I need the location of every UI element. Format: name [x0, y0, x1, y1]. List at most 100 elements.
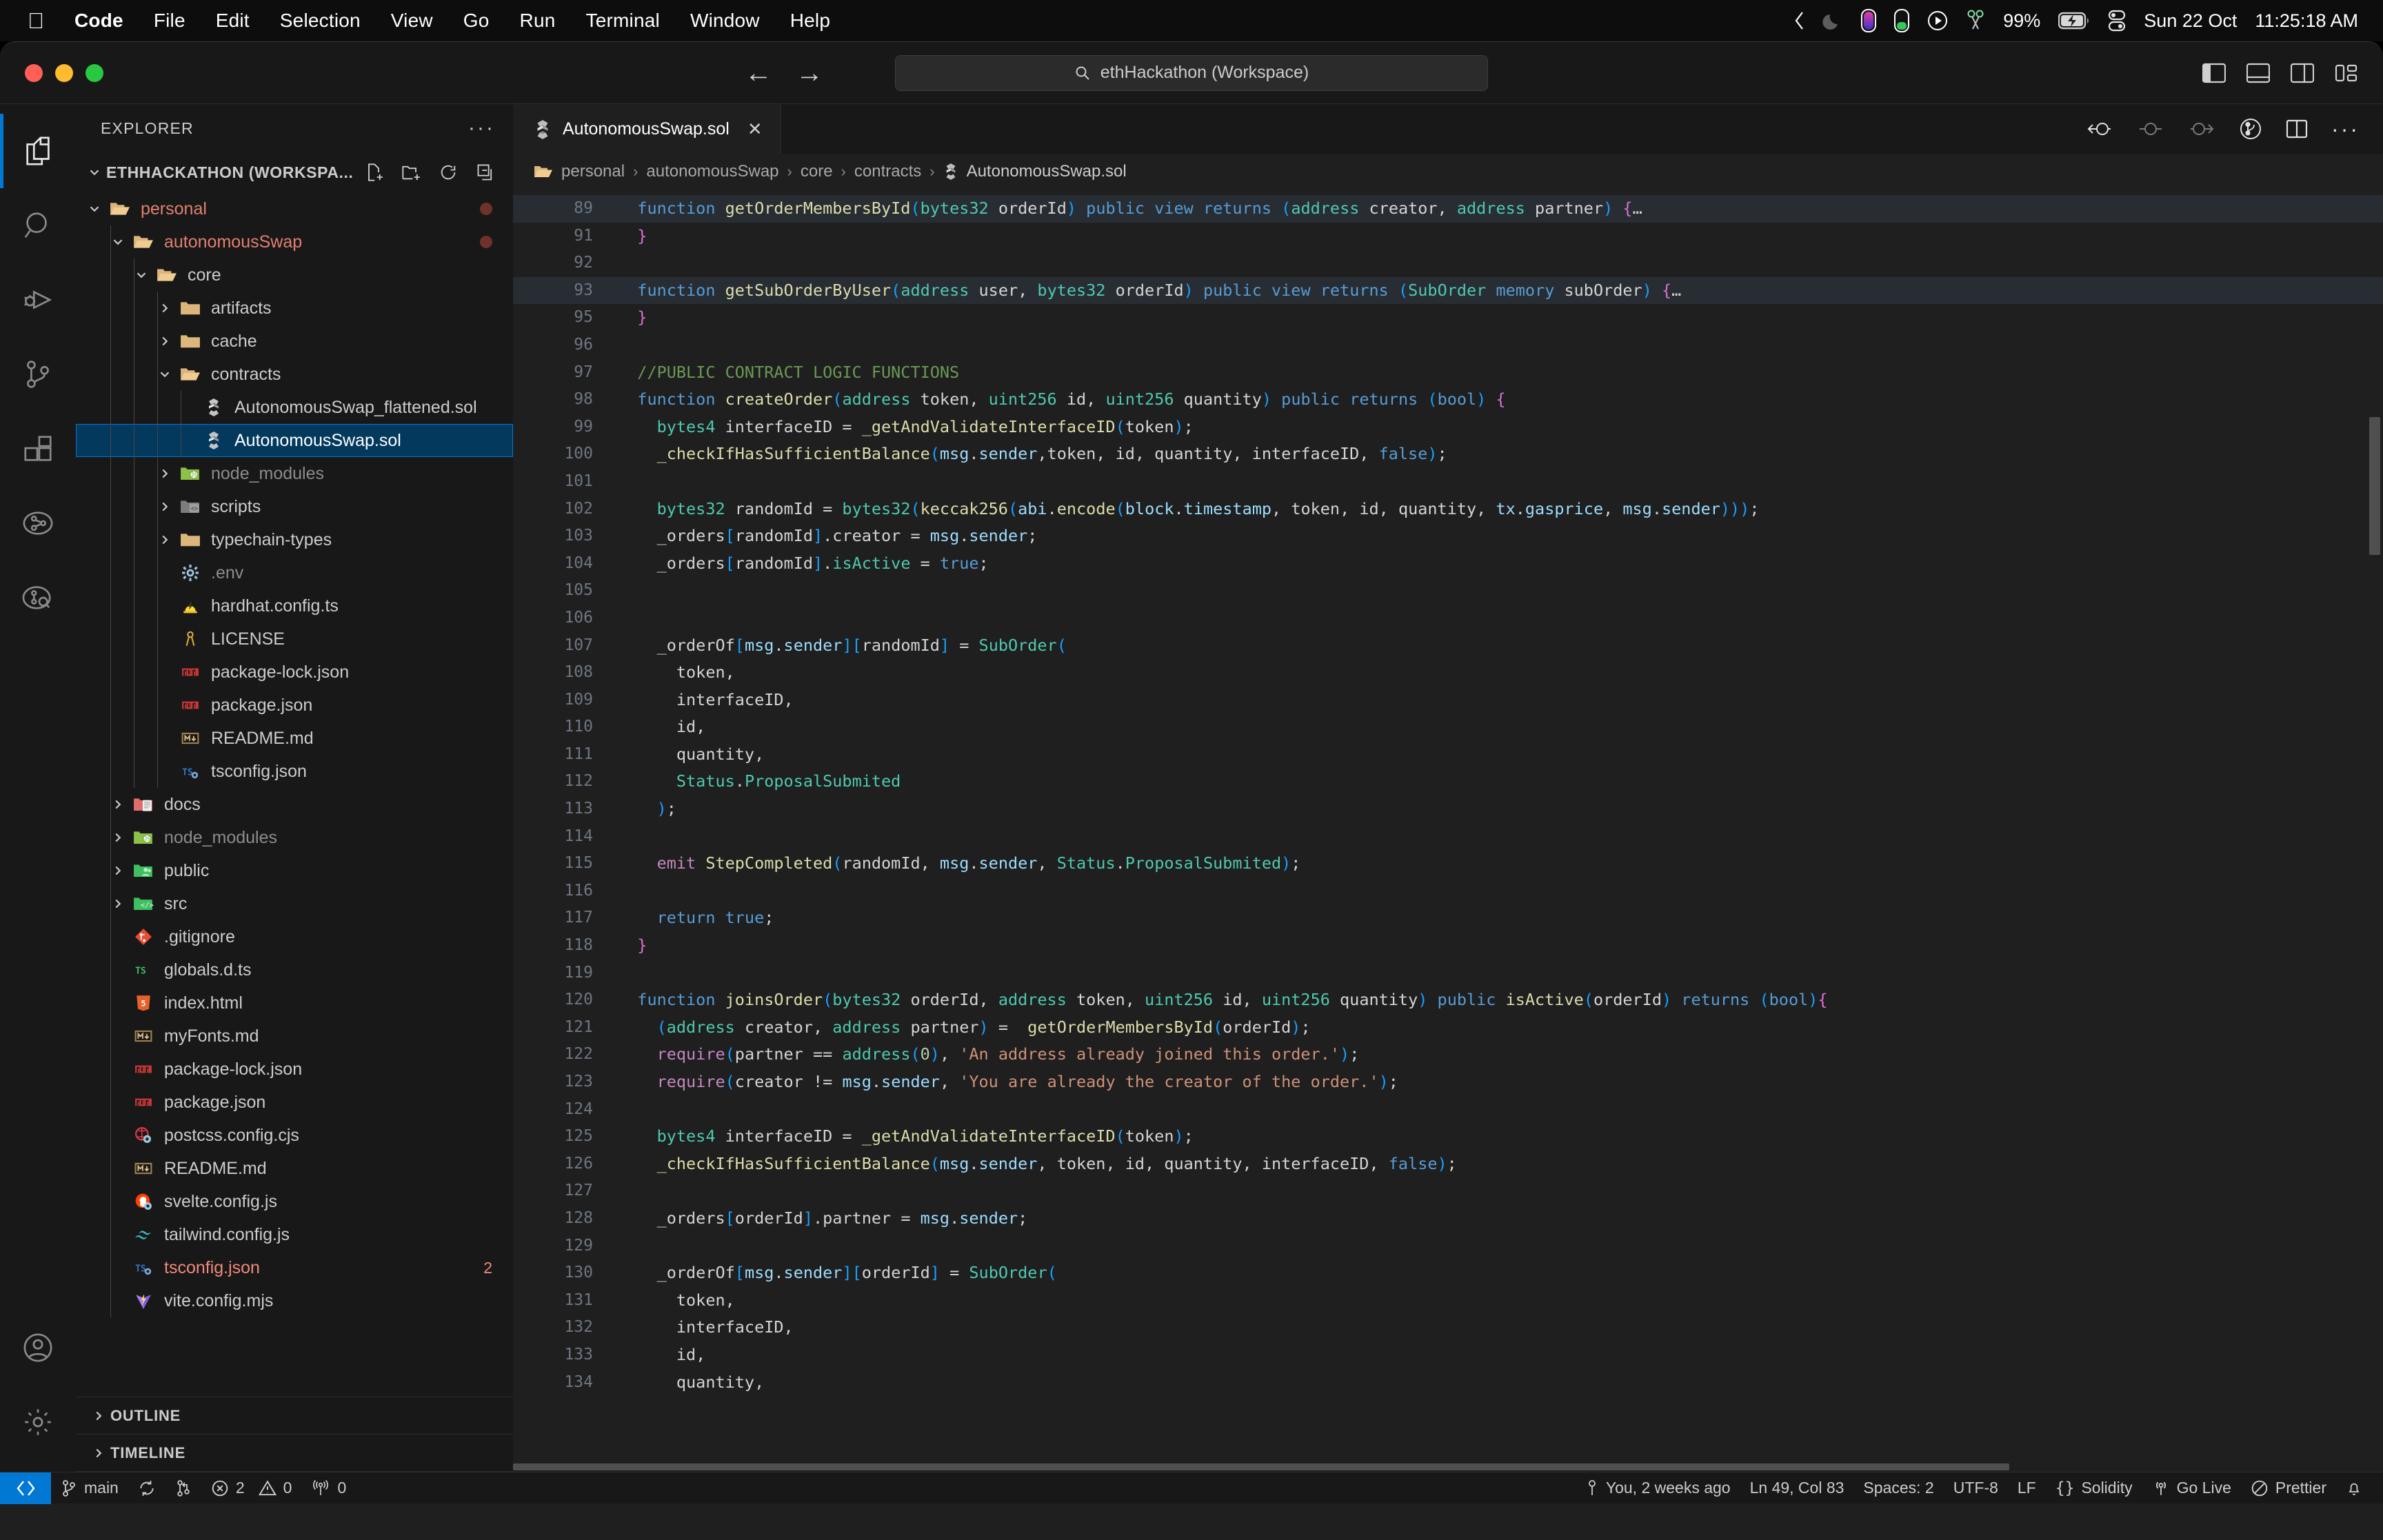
tree-item-personal[interactable]: personal	[76, 192, 513, 225]
tree-item-docs[interactable]: docs	[76, 788, 513, 821]
minimize-window-button[interactable]	[55, 63, 73, 82]
tree-item-hardhat-config-ts[interactable]: hardhat.config.ts	[76, 589, 513, 622]
menu-file[interactable]: File	[139, 10, 201, 32]
breadcrumb-item-personal[interactable]: personal	[561, 162, 625, 181]
scrollbar-thumb[interactable]	[2369, 417, 2380, 555]
status-notifications[interactable]	[2336, 1472, 2372, 1504]
activitybar-item-testing[interactable]	[0, 486, 76, 560]
tree-item-license[interactable]: LICENSE	[76, 622, 513, 656]
code-line[interactable]: );	[603, 796, 2383, 823]
tree-item-autonomousswap-flattened-sol[interactable]: AutonomousSwap_flattened.sol	[76, 391, 513, 424]
play-circle-icon[interactable]	[1927, 10, 1948, 31]
status-language-mode[interactable]: {} Solidity	[2046, 1472, 2142, 1504]
tree-item-autonomousswap-sol[interactable]: AutonomousSwap.sol	[76, 424, 513, 457]
code-line[interactable]	[603, 577, 2383, 605]
menu-help[interactable]: Help	[775, 10, 845, 32]
battery-pill-green-icon[interactable]	[1894, 9, 1910, 32]
line-number[interactable]: 101	[513, 468, 603, 496]
activitybar-item-accounts[interactable]	[0, 1310, 76, 1385]
tree-item-myfonts-md[interactable]: myFonts.md	[76, 1020, 513, 1053]
line-number[interactable]: 109	[513, 687, 603, 714]
code-line[interactable]: quantity,	[603, 741, 2383, 769]
chevron-down-icon[interactable]	[83, 201, 106, 216]
status-problems[interactable]: 2 0	[201, 1472, 302, 1504]
status-encoding[interactable]: UTF-8	[1944, 1472, 2008, 1504]
tree-item-src[interactable]: </> src	[76, 887, 513, 920]
line-number[interactable]: 92	[513, 250, 603, 277]
line-number[interactable]: 124	[513, 1096, 603, 1124]
menubar-date[interactable]: Sun 22 Oct	[2144, 10, 2237, 32]
close-icon[interactable]: ✕	[747, 119, 763, 140]
new-file-icon[interactable]	[364, 163, 383, 182]
customize-layout-icon[interactable]	[2335, 63, 2358, 83]
line-number[interactable]: 118	[513, 932, 603, 960]
line-number[interactable]: 91	[513, 223, 603, 250]
tree-item-node-modules[interactable]: JS node_modules	[76, 457, 513, 490]
line-number[interactable]: 111	[513, 741, 603, 769]
code-line[interactable]: return true;	[603, 904, 2383, 932]
chevron-left-icon[interactable]	[1793, 10, 1804, 31]
editor-horizontal-scrollbar[interactable]	[513, 1462, 2383, 1472]
tree-item-package-lock-json[interactable]: package-lock.json	[76, 1053, 513, 1086]
menu-window[interactable]: Window	[675, 10, 775, 32]
explorer-root-folder[interactable]: ETHHACKATHON (WORKSPA...	[76, 152, 513, 192]
tree-item-package-json[interactable]: package.json	[76, 689, 513, 722]
code-line[interactable]: _orders[orderId].partner = msg.sender;	[603, 1205, 2383, 1233]
battery-pill-purple-icon[interactable]	[1861, 9, 1877, 32]
activitybar-item-extensions[interactable]	[0, 412, 76, 486]
code-line[interactable]: function createOrder(address token, uint…	[603, 386, 2383, 414]
tree-item-cache[interactable]: cache	[76, 325, 513, 358]
code-line[interactable]: require(partner == address(0), 'An addre…	[603, 1041, 2383, 1068]
tree-item-env[interactable]: .env	[76, 556, 513, 589]
code-line[interactable]: function getSubOrderByUser(address user,…	[603, 276, 2383, 305]
activitybar-item-explorer[interactable]	[0, 114, 76, 188]
line-number[interactable]: 114	[513, 823, 603, 851]
menu-code[interactable]: Code	[59, 10, 139, 32]
toggle-secondary-sidebar-icon[interactable]	[2291, 63, 2314, 83]
line-number[interactable]: 110	[513, 713, 603, 741]
refresh-icon[interactable]	[439, 163, 458, 182]
line-number[interactable]: 113	[513, 796, 603, 823]
tree-item-artifacts[interactable]: artifacts	[76, 292, 513, 325]
line-number[interactable]: 97	[513, 359, 603, 387]
code-line[interactable]: interfaceID,	[603, 687, 2383, 714]
tree-item-readme-md[interactable]: README.md	[76, 722, 513, 755]
menu-view[interactable]: View	[376, 10, 448, 32]
line-number[interactable]: 133	[513, 1341, 603, 1369]
line-number[interactable]: 130	[513, 1259, 603, 1287]
line-number[interactable]: 95	[513, 304, 603, 332]
menu-edit[interactable]: Edit	[201, 10, 265, 32]
code-line[interactable]: _orders[randomId].isActive = true;	[603, 550, 2383, 578]
code-line[interactable]: quantity,	[603, 1369, 2383, 1397]
open-changes-icon[interactable]	[2239, 117, 2262, 141]
previous-change-icon[interactable]	[2086, 119, 2113, 139]
code-line[interactable]: _checkIfHasSufficientBalance(msg.sender,…	[603, 440, 2383, 468]
close-window-button[interactable]	[25, 63, 43, 82]
code-line[interactable]: bytes4 interfaceID = _getAndValidateInte…	[603, 414, 2383, 441]
line-number[interactable]: 96	[513, 332, 603, 359]
line-number[interactable]: 134	[513, 1369, 603, 1397]
tree-item-globals-d-ts[interactable]: TS globals.d.ts	[76, 953, 513, 986]
line-number[interactable]: 117	[513, 904, 603, 932]
tree-item-scripts[interactable]: <> scripts	[76, 490, 513, 523]
status-sync-icon[interactable]	[128, 1472, 165, 1504]
tree-item-index-html[interactable]: 5 index.html	[76, 986, 513, 1020]
line-number[interactable]: 99	[513, 414, 603, 441]
ellipsis-icon[interactable]: ···	[468, 116, 495, 140]
scissors-icon[interactable]	[1966, 10, 1985, 32]
activitybar-item-source-control[interactable]	[0, 337, 76, 412]
toggle-panel-icon[interactable]	[2246, 63, 2270, 83]
activitybar-item-manage-gear-icon[interactable]	[0, 1385, 76, 1459]
current-change-icon[interactable]	[2137, 119, 2164, 139]
line-number[interactable]: 107	[513, 632, 603, 660]
tree-item-tsconfig-json[interactable]: TS tsconfig.json 2	[76, 1251, 513, 1284]
status-ports[interactable]: 0	[301, 1472, 356, 1504]
code-line[interactable]: emit StepCompleted(randomId, msg.sender,…	[603, 850, 2383, 878]
line-number[interactable]: 98	[513, 386, 603, 414]
code-line[interactable]: bytes32 randomId = bytes32(keccak256(abi…	[603, 496, 2383, 523]
code-line[interactable]: Status.ProposalSubmited	[603, 768, 2383, 796]
status-prettier[interactable]: Prettier	[2241, 1472, 2336, 1504]
code-content[interactable]: function getOrderMembersById(bytes32 ord…	[603, 190, 2383, 1462]
tree-item-node-modules[interactable]: JS node_modules	[76, 821, 513, 854]
line-number[interactable]: 125	[513, 1123, 603, 1151]
